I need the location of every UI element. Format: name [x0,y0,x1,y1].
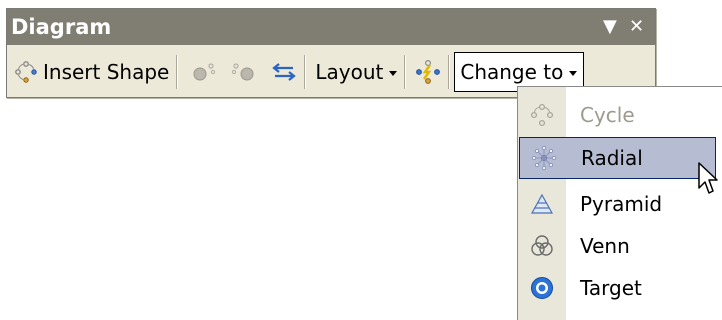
chevron-down-icon [389,70,398,76]
menu-item-radial[interactable]: Radial [519,137,716,179]
reverse-diagram-icon [271,61,297,83]
toolbar-separator [304,55,307,89]
layout-button[interactable]: Layout [315,53,398,91]
radial-icon [520,145,568,171]
toolbar-options-dropdown-icon[interactable]: ▼ [603,9,617,45]
toolbar-separator [448,55,451,89]
diagram-cycle-icon [15,61,37,83]
menu-item-label: Radial [581,146,643,170]
cycle-icon [518,103,566,127]
menu-item-label: Cycle [580,103,635,127]
menu-item-label: Target [580,276,642,300]
reverse-diagram-button[interactable] [271,53,297,91]
toolbar-separator [404,55,407,89]
mouse-pointer-icon [698,162,720,200]
move-shape-backward-icon [191,61,217,83]
menu-item-target[interactable]: Target [518,267,722,309]
move-shape-forward-button[interactable] [231,53,257,91]
toolbar-separator [176,55,179,89]
insert-shape-label: Insert Shape [43,60,170,84]
menu-item-cycle[interactable]: Cycle [518,94,722,136]
change-to-label: Change to [460,60,564,84]
autoformat-button[interactable] [415,53,441,91]
chevron-down-icon [569,70,578,76]
menu-item-label: Venn [580,234,630,258]
move-shape-backward-button[interactable] [191,53,217,91]
autoformat-icon [415,59,441,85]
layout-label: Layout [315,60,384,84]
pyramid-icon [518,193,566,215]
toolbar-title: Diagram [11,15,112,39]
venn-icon [518,234,566,258]
menu-item-venn[interactable]: Venn [518,225,722,267]
toolbar-close-icon[interactable]: ✕ [629,9,644,45]
diagram-toolbar: Diagram ▼ ✕ Insert Shape Layout Change t… [6,8,656,98]
move-shape-forward-icon [231,61,257,83]
insert-shape-button[interactable]: Insert Shape [15,53,169,91]
toolbar-title-bar[interactable]: Diagram [7,9,655,45]
change-to-menu: Cycle Radial Pyramid Venn Target [517,86,722,320]
menu-item-pyramid[interactable]: Pyramid [518,183,722,225]
menu-item-label: Pyramid [580,192,663,216]
target-icon [518,276,566,300]
